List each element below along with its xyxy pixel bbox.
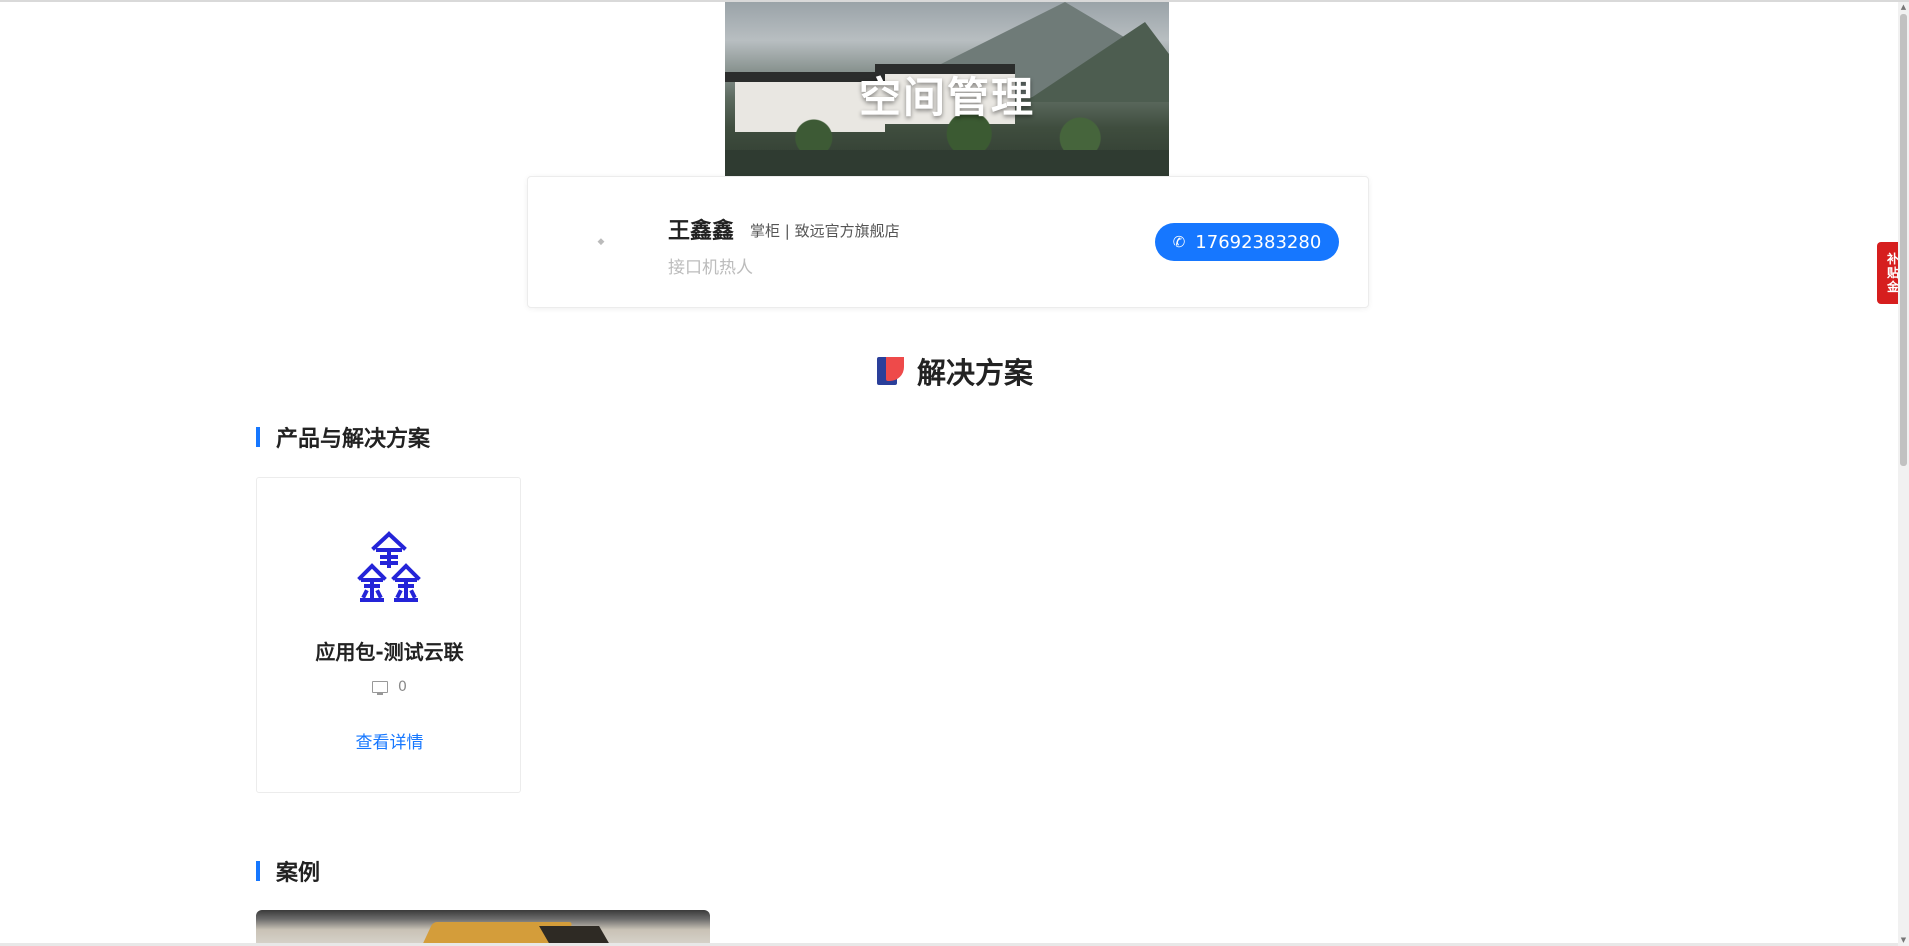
product-logo-icon bbox=[357, 531, 421, 602]
scrollbar-thumb[interactable] bbox=[1900, 14, 1907, 466]
cases-heading: 案例 bbox=[256, 855, 320, 887]
scroll-up-arrow-icon[interactable]: ▲ bbox=[1898, 2, 1909, 13]
scroll-down-arrow-icon[interactable]: ▼ bbox=[1898, 935, 1909, 946]
profile-tagline: 接口机热人 bbox=[668, 258, 753, 278]
avatar: ◆ bbox=[597, 237, 605, 247]
section-title: 解决方案 bbox=[877, 350, 1033, 392]
product-meta: 0 bbox=[257, 679, 522, 695]
profile-name: 王鑫鑫 bbox=[668, 219, 735, 244]
banner-image: 空间管理 bbox=[725, 2, 1169, 177]
profile-role: 掌柜 | 致远官方旗舰店 bbox=[750, 222, 900, 240]
banner-title: 空间管理 bbox=[858, 73, 1035, 122]
profile-card: ◆ 王鑫鑫 掌柜 | 致远官方旗舰店 接口机热人 ✆ 17692383280 bbox=[527, 176, 1369, 308]
phone-number: 17692383280 bbox=[1195, 231, 1322, 253]
water-shape bbox=[725, 150, 1169, 177]
products-heading: 产品与解决方案 bbox=[256, 421, 430, 453]
cases-heading-label: 案例 bbox=[276, 861, 321, 886]
product-count: 0 bbox=[398, 679, 407, 695]
heading-accent-bar bbox=[256, 861, 260, 881]
phone-icon: ✆ bbox=[1172, 233, 1186, 251]
product-name: 应用包-测试云联 bbox=[315, 640, 464, 664]
monitor-icon bbox=[372, 681, 389, 695]
product-card[interactable]: 应用包-测试云联 0 查看详情 bbox=[256, 477, 521, 793]
solution-logo-icon bbox=[877, 357, 905, 385]
phone-button[interactable]: ✆ 17692383280 bbox=[1155, 223, 1339, 261]
case-thumbnail[interactable] bbox=[256, 910, 710, 946]
section-title-label: 解决方案 bbox=[917, 356, 1034, 390]
view-details-link[interactable]: 查看详情 bbox=[257, 728, 522, 753]
heading-accent-bar bbox=[256, 427, 260, 447]
products-heading-label: 产品与解决方案 bbox=[276, 427, 431, 452]
